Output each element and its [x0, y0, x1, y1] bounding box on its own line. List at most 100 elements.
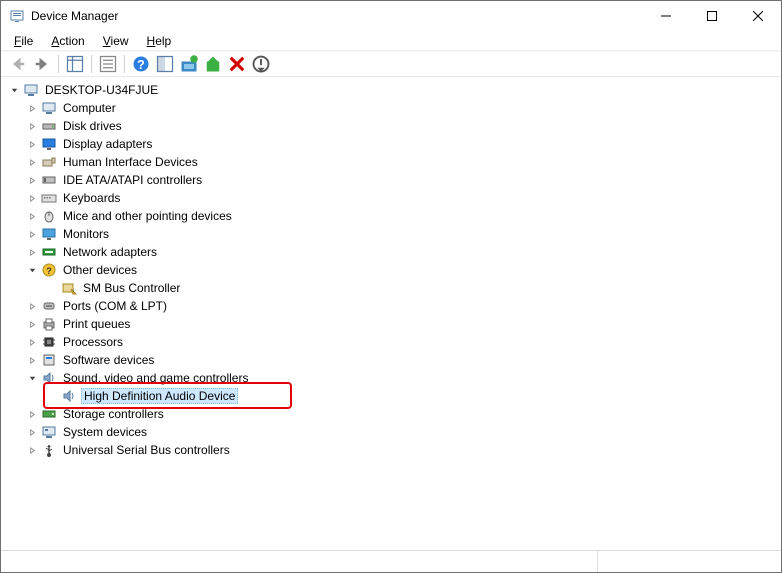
titlebar: Device Manager: [1, 1, 781, 31]
chevron-right-icon[interactable]: [25, 173, 39, 187]
chevron-down-icon[interactable]: [25, 263, 39, 277]
node-label: Computer: [61, 101, 118, 115]
printer-icon: [41, 316, 57, 332]
back-button[interactable]: [7, 53, 29, 75]
tree-node-hid[interactable]: Human Interface Devices: [3, 153, 779, 171]
node-label: Software devices: [61, 353, 156, 367]
node-label: SM Bus Controller: [81, 281, 182, 295]
chevron-right-icon[interactable]: [25, 209, 39, 223]
tree-root[interactable]: DESKTOP-U34FJUE: [3, 81, 779, 99]
tree-node-print[interactable]: Print queues: [3, 315, 779, 333]
sound-icon: [41, 370, 57, 386]
chevron-down-icon[interactable]: [7, 83, 21, 97]
minimize-button[interactable]: [643, 1, 689, 31]
chevron-right-icon[interactable]: [25, 317, 39, 331]
audio-device-icon: [61, 388, 77, 404]
node-label: Display adapters: [61, 137, 154, 151]
storage-icon: [41, 406, 57, 422]
enable-device-button[interactable]: [202, 53, 224, 75]
node-label: Print queues: [61, 317, 132, 331]
menu-action[interactable]: Action: [44, 33, 91, 49]
show-hide-tree-button[interactable]: [64, 53, 86, 75]
usb-icon: [41, 442, 57, 458]
app-icon: [9, 8, 25, 24]
node-label: IDE ATA/ATAPI controllers: [61, 173, 204, 187]
tree-node-network[interactable]: Network adapters: [3, 243, 779, 261]
menu-file[interactable]: File: [7, 33, 40, 49]
chevron-down-icon[interactable]: [25, 371, 39, 385]
chevron-right-icon[interactable]: [25, 425, 39, 439]
svg-text:!: !: [73, 290, 74, 296]
node-label: Disk drives: [61, 119, 124, 133]
tree-node-storage[interactable]: Storage controllers: [3, 405, 779, 423]
tree-node-display[interactable]: Display adapters: [3, 135, 779, 153]
chevron-right-icon[interactable]: [25, 407, 39, 421]
forward-button[interactable]: [31, 53, 53, 75]
chevron-right-icon[interactable]: [25, 119, 39, 133]
node-label: System devices: [61, 425, 149, 439]
node-label: Storage controllers: [61, 407, 166, 421]
tree-node-keyboards[interactable]: Keyboards: [3, 189, 779, 207]
node-label: Other devices: [61, 263, 139, 277]
chevron-right-icon[interactable]: [25, 335, 39, 349]
node-label: Human Interface Devices: [61, 155, 200, 169]
disk-icon: [41, 118, 57, 134]
keyboard-icon: [41, 190, 57, 206]
other-devices-icon: ?: [41, 262, 57, 278]
tree-node-sound[interactable]: Sound, video and game controllers: [3, 369, 779, 387]
toolbar-separator: [91, 55, 92, 73]
port-icon: [41, 298, 57, 314]
tree-node-smbus[interactable]: ! SM Bus Controller: [3, 279, 779, 297]
tree-node-usb[interactable]: Universal Serial Bus controllers: [3, 441, 779, 459]
chevron-right-icon[interactable]: [25, 353, 39, 367]
mouse-icon: [41, 208, 57, 224]
chevron-right-icon[interactable]: [25, 155, 39, 169]
tree-node-mice[interactable]: Mice and other pointing devices: [3, 207, 779, 225]
uninstall-button[interactable]: [226, 53, 248, 75]
ide-icon: [41, 172, 57, 188]
tree-node-ports[interactable]: Ports (COM & LPT): [3, 297, 779, 315]
chevron-right-icon[interactable]: [25, 101, 39, 115]
tree-node-other[interactable]: ? Other devices: [3, 261, 779, 279]
help-button[interactable]: ?: [130, 53, 152, 75]
chevron-right-icon[interactable]: [25, 245, 39, 259]
processor-icon: [41, 334, 57, 350]
chevron-right-icon[interactable]: [25, 227, 39, 241]
menu-help[interactable]: Help: [140, 33, 179, 49]
menubar: File Action View Help: [1, 31, 781, 51]
node-label: DESKTOP-U34FJUE: [43, 83, 160, 97]
chevron-right-icon[interactable]: [25, 137, 39, 151]
unknown-device-icon: !: [61, 280, 77, 296]
tree-node-software[interactable]: Software devices: [3, 351, 779, 369]
chevron-right-icon[interactable]: [25, 299, 39, 313]
tree-node-hdaudio[interactable]: High Definition Audio Device: [3, 387, 779, 405]
node-label: Keyboards: [61, 191, 122, 205]
system-icon: [41, 424, 57, 440]
node-label: High Definition Audio Device: [81, 388, 238, 404]
toolbar-separator: [58, 55, 59, 73]
toolbar-separator: [124, 55, 125, 73]
chevron-right-icon[interactable]: [25, 443, 39, 457]
software-icon: [41, 352, 57, 368]
scan-hardware-button[interactable]: [154, 53, 176, 75]
tree-node-monitors[interactable]: Monitors: [3, 225, 779, 243]
monitor-icon: [41, 226, 57, 242]
close-button[interactable]: [735, 1, 781, 31]
display-icon: [41, 136, 57, 152]
tree-node-computer[interactable]: Computer: [3, 99, 779, 117]
disable-device-button[interactable]: [250, 53, 272, 75]
statusbar: [1, 550, 781, 572]
device-tree[interactable]: DESKTOP-U34FJUE Computer Disk drives Dis…: [1, 77, 781, 550]
tree-node-disk[interactable]: Disk drives: [3, 117, 779, 135]
tree-node-system[interactable]: System devices: [3, 423, 779, 441]
device-manager-window: Device Manager File Action View Help ? D…: [0, 0, 782, 573]
menu-view[interactable]: View: [96, 33, 136, 49]
tree-node-processors[interactable]: Processors: [3, 333, 779, 351]
node-label: Sound, video and game controllers: [61, 371, 250, 385]
update-driver-button[interactable]: [178, 53, 200, 75]
tree-node-ide[interactable]: IDE ATA/ATAPI controllers: [3, 171, 779, 189]
svg-text:?: ?: [46, 266, 52, 276]
maximize-button[interactable]: [689, 1, 735, 31]
properties-button[interactable]: [97, 53, 119, 75]
chevron-right-icon[interactable]: [25, 191, 39, 205]
